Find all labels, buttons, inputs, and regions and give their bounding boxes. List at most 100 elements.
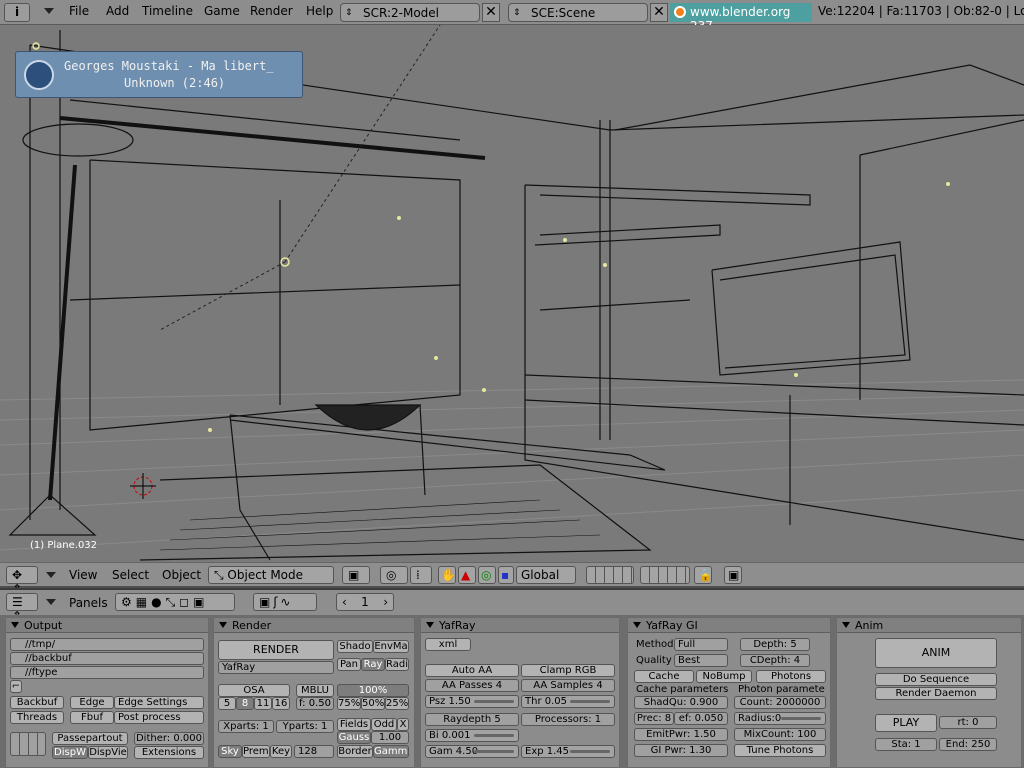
rt-field[interactable]: rt: 0 [939,716,997,729]
browse-icon[interactable]: ⌐ [10,680,22,693]
window-type-button[interactable]: ✥ ⇕ [6,566,38,596]
clamp-rgb-toggle[interactable]: Clamp RGB [521,664,615,677]
play-button[interactable]: PLAY [875,714,937,732]
tune-photons-toggle[interactable]: Tune Photons [734,744,826,757]
depth-field[interactable]: Depth: 5 [740,638,810,651]
size-75-button[interactable]: 75% [337,697,361,710]
mode-selector[interactable]: ⤡ Object Mode [208,566,334,584]
premul-button[interactable]: Premu [242,745,270,758]
delete-screen-button[interactable]: ✕ [482,3,500,22]
end-frame-field[interactable]: End: 250 [939,738,997,751]
collapse-menu-icon[interactable] [46,599,56,605]
x-toggle[interactable]: X [397,718,409,731]
envmap-toggle[interactable]: EnvMa [373,640,409,653]
yafray-gi-panel-header[interactable]: YafRay GI [628,618,830,633]
3d-viewport[interactable]: (1) Plane.032 [0,25,1024,562]
menu-file[interactable]: File [69,4,89,18]
frame-dec-icon[interactable]: ‹ [342,595,347,609]
size-50-button[interactable]: 50% [361,697,385,710]
anim-panel-header[interactable]: Anim [837,618,1021,633]
delete-scene-button[interactable]: ✕ [650,3,668,22]
osa-level-16[interactable]: 16 [272,697,290,710]
mix-count-field[interactable]: MixCount: 100 [734,728,826,741]
osa-level-5[interactable]: 5 [218,697,236,710]
quality-selector[interactable]: Best [674,654,728,667]
panel-collapse-icon[interactable] [426,622,434,628]
mblur-toggle[interactable]: MBLU [296,684,334,697]
gauss-toggle[interactable]: Gauss [337,731,371,744]
window-type-button[interactable]: ☰ ⇕ [6,593,38,623]
subcontext-buttons[interactable]: ▣ʃ∿ [253,593,317,611]
frame-field[interactable]: ‹ 1 › [336,593,394,611]
backbuf-path-field[interactable]: //backbuf [10,652,204,665]
start-frame-field[interactable]: Sta: 1 [875,738,937,751]
nobump-toggle[interactable]: NoBump [696,670,752,683]
menu-render[interactable]: Render [250,4,293,18]
raydepth-field[interactable]: Raydepth 5 [425,713,519,726]
orientation-selector[interactable]: Global [516,566,576,584]
xml-toggle[interactable]: xml [425,638,471,651]
rotate-toggle[interactable]: ◎ [478,566,496,584]
yafray-panel-header[interactable]: YafRay [421,618,619,633]
scene-selector[interactable]: ⇕ SCE:Scene [508,3,648,22]
fields-toggle[interactable]: Fields [337,718,371,731]
anim-button[interactable]: ANIM [875,638,997,668]
osa-toggle[interactable]: OSA [218,684,290,697]
ftype-path-field[interactable]: //ftype [10,666,204,679]
threads-button[interactable]: Threads [10,711,64,724]
layers-grid-1[interactable] [586,566,634,584]
frame-inc-icon[interactable]: › [383,595,388,609]
method-selector[interactable]: Full [674,638,728,651]
gauss-value-field[interactable]: 1.00 [371,731,409,744]
processors-field[interactable]: Processors: 1 [521,713,615,726]
collapse-menu-icon[interactable] [46,572,56,578]
manipulator-toggle[interactable]: ✋ [438,566,456,584]
collapse-menu-icon[interactable] [44,8,54,14]
lock-layer-button[interactable]: 🔒 [694,566,713,584]
yparts-field[interactable]: Yparts: 1 [276,720,334,733]
size-25-button[interactable]: 25% [385,697,409,710]
menu-object[interactable]: Object [162,568,201,582]
cache-toggle[interactable]: Cache [634,670,694,683]
cdepth-field[interactable]: CDepth: 4 [740,654,810,667]
menu-game[interactable]: Game [204,4,240,18]
dispwin-button[interactable]: DispW [52,746,88,759]
layer-toggle[interactable]: ⁞ [410,566,432,584]
photons-toggle[interactable]: Photons [756,670,826,683]
odd-toggle[interactable]: Odd [371,718,397,731]
thr-slider[interactable]: Thr 0.05 [521,695,615,708]
renderer-selector[interactable]: YafRay [218,661,334,674]
menu-timeline[interactable]: Timeline [142,4,193,18]
emit-power-field[interactable]: EmitPwr: 1.50 [634,728,728,741]
aa-samples-field[interactable]: AA Samples 4 [521,679,615,692]
edge-button[interactable]: Edge [70,696,114,709]
border-toggle[interactable]: Border [337,745,373,758]
render-daemon-toggle[interactable]: Render Daemon [875,687,997,700]
xparts-field[interactable]: Xparts: 1 [218,720,274,733]
passepartout-button[interactable]: Passepartout [52,732,128,745]
menu-help[interactable]: Help [306,4,333,18]
osa-level-8[interactable]: 8 [236,697,254,710]
mblur-factor-field[interactable]: f: 0.50 [296,697,334,710]
blender-url-link[interactable]: www.blender.org 237 [670,3,812,33]
ray-toggle[interactable]: Ray [361,658,385,671]
radiosity-toggle[interactable]: Radi [385,658,409,671]
bias-slider[interactable]: Bi 0.001 [425,729,519,742]
post-process-button[interactable]: Post process [114,711,204,724]
dither-field[interactable]: Dither: 0.000 [134,732,204,745]
wireframe-scene[interactable] [0,25,1024,562]
key-button[interactable]: Key [270,745,292,758]
radius-slider[interactable]: Radius:0 [734,712,826,725]
menu-add[interactable]: Add [106,4,129,18]
gi-power-field[interactable]: GI Pwr: 1.30 [634,744,728,757]
context-buttons[interactable]: ⚙▦●⤡◻▣ [115,593,235,611]
do-sequence-toggle[interactable]: Do Sequence [875,673,997,686]
render-button[interactable]: RENDER [218,640,334,660]
panel-collapse-icon[interactable] [11,622,19,628]
fbuf-button[interactable]: Fbuf [70,711,114,724]
dispview-button[interactable]: DispVie [88,746,128,759]
menu-view[interactable]: View [69,568,97,582]
osa-level-11[interactable]: 11 [254,697,272,710]
render-panel-header[interactable]: Render [214,618,414,633]
screen-selector[interactable]: ⇕ SCR:2-Model [340,3,480,22]
